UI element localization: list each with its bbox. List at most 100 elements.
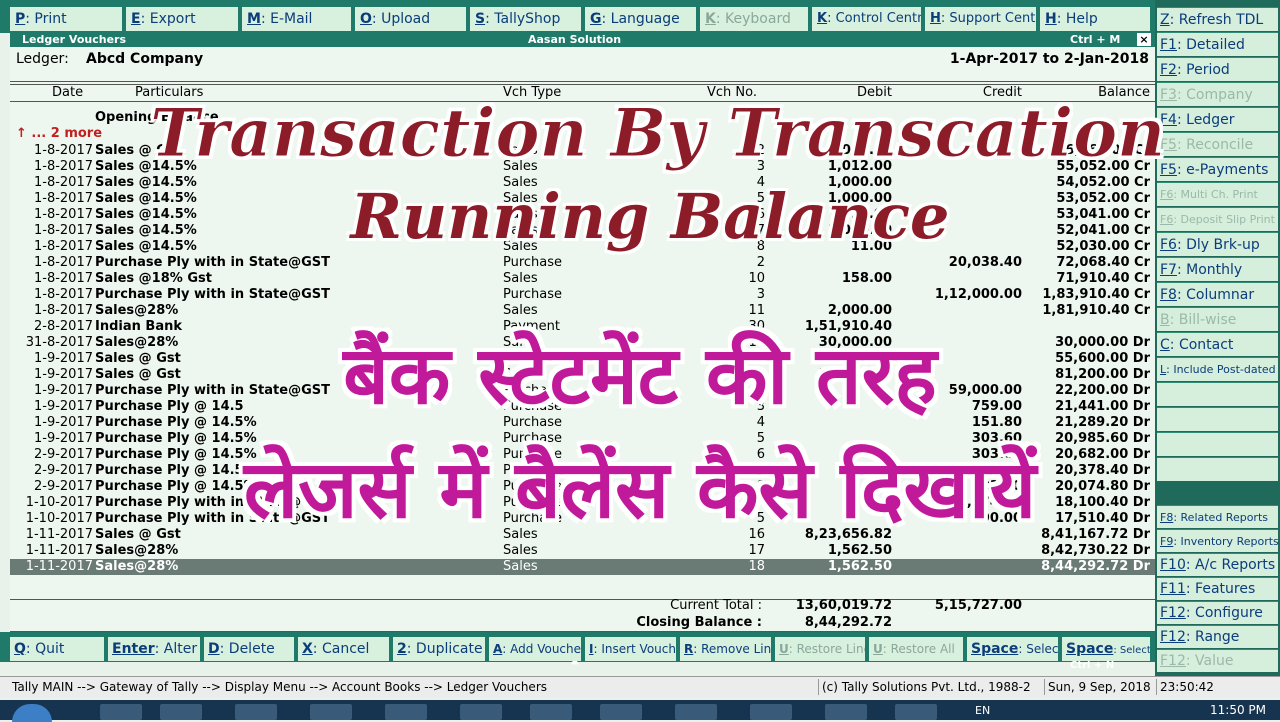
side-button-relatedreports[interactable]: F8: Related Reports [1157,505,1278,528]
menu-label: : Print [25,11,67,27]
cell-date: 1-8-2017 [33,303,93,318]
voucher-row[interactable]: 1-8-2017 Purchase Ply with in State@GST Pu… [10,287,1155,303]
side-button-label: : Range [1185,629,1240,645]
action-restoreall-button[interactable]: U: Restore All [869,637,963,661]
menu-item-language[interactable]: G: Language [585,7,696,31]
side-button-period[interactable]: F2: Period [1157,57,1278,81]
side-button-value[interactable]: F12: Value [1157,649,1278,672]
taskbar-clock[interactable]: 11:50 PM [1210,703,1266,717]
company-name: Aasan Solution [528,33,622,46]
side-button-billwise[interactable]: B: Bill-wise [1157,307,1278,331]
side-button-range[interactable]: F12: Range [1157,625,1278,648]
action-cancel-button[interactable]: X: Cancel [298,637,389,661]
shortcut-key: F1 [1160,37,1177,53]
cell-balance: 55,600.00 Dr [1055,351,1150,366]
action-label: : Delete [219,641,275,657]
action-restoreline-button[interactable]: U: Restore Line [775,637,865,661]
menu-item-supportcentre[interactable]: H: Support Centre [925,7,1036,31]
shortcut-key: E [131,11,141,27]
cell-debit: 2,000.00 [827,303,892,318]
side-button-empty [1157,407,1278,431]
shortcut-key: F6 [1160,188,1174,201]
action-alter-button[interactable]: Enter: Alter [108,637,200,661]
side-button-ledger[interactable]: F4: Ledger [1157,107,1278,131]
menu-item-upload[interactable]: O: Upload [355,7,466,31]
action-label: : Restore All [882,642,955,656]
cell-balance: 8,44,292.72 Dr [1041,559,1150,574]
bottom-menu-bar: ▲ Ctrl + N Q: QuitEnter: AlterD: DeleteX… [0,632,1155,671]
cell-balance: 52,030.00 Cr [1056,239,1150,254]
side-button-company[interactable]: F3: Company [1157,82,1278,106]
side-button-features[interactable]: F11: Features [1157,577,1278,600]
report-title: Ledger Vouchers [22,33,127,46]
report-period: 1-Apr-2017 to 2-Jan-2018 [949,51,1149,67]
menu-item-print[interactable]: P: Print [10,7,122,31]
action-addvoucher-button[interactable]: A: Add Voucher [489,637,581,661]
cell-date: 1-8-2017 [33,287,93,302]
voucher-row[interactable]: 1-8-2017 Sales @18% Gst Sales 10 158.00 71,91… [10,271,1155,287]
chrome-icon[interactable] [460,704,502,720]
action-removeline-button[interactable]: R: Remove Line [680,637,771,661]
app-icon[interactable] [895,704,937,720]
shortcut-key: S [475,11,486,27]
menu-item-tallyshop[interactable]: S: TallyShop [470,7,581,31]
action-quit-button[interactable]: Q: Quit [10,637,104,661]
voucher-row[interactable]: 1-11-2017 Sales@28% Sales 18 1,562.50 8,44,29… [10,559,1155,575]
voucher-row[interactable]: 1-8-2017 Purchase Ply with in State@GST Pu… [10,255,1155,271]
media-icon[interactable] [235,704,277,720]
side-button-configure[interactable]: F12: Configure [1157,601,1278,624]
side-button-acreports[interactable]: F10: A/c Reports [1157,553,1278,576]
side-button-contact[interactable]: C: Contact [1157,332,1278,356]
ie-icon[interactable] [100,704,142,720]
side-button-epayments[interactable]: F5: e-Payments [1157,157,1278,181]
side-button-detailed[interactable]: F1: Detailed [1157,32,1278,56]
menu-item-controlcentre[interactable]: K: Control Centre [812,7,921,31]
cell-date: 2-9-2017 [33,479,93,494]
cell-date: 1-9-2017 [33,383,93,398]
app-icon[interactable] [750,704,792,720]
close-icon[interactable]: × [1137,33,1151,46]
voucher-row[interactable]: 1-11-2017 Sales@28% Sales 17 1,562.50 8,42,73… [10,543,1155,559]
menu-item-keyboard[interactable]: K: Keyboard [700,7,808,31]
side-button-inventoryreports[interactable]: F9: Inventory Reports [1157,529,1278,552]
side-button-columnar[interactable]: F8: Columnar [1157,282,1278,306]
menu-item-help[interactable]: H: Help [1040,7,1150,31]
app-icon[interactable] [530,704,572,720]
cell-balance: 1,81,910.40 Cr [1042,303,1150,318]
side-button-depositslipprint[interactable]: F6: Deposit Slip Print [1157,207,1278,231]
menu-label: : Support Centre [940,11,1036,26]
action-selectall-button[interactable]: Space: Select All [1062,637,1150,661]
shortcut-key: U [779,642,789,656]
menu-item-export[interactable]: E: Export [126,7,238,31]
more-rows-indicator[interactable]: ↑ ... 2 more [16,126,102,141]
side-button-monthly[interactable]: F7: Monthly [1157,257,1278,281]
start-button[interactable] [12,704,52,722]
side-button-reconcile[interactable]: F5: Reconcile [1157,132,1278,156]
menu-label: : TallyShop [485,11,561,27]
excel-icon[interactable] [385,704,427,720]
language-indicator[interactable]: EN [975,704,990,717]
action-select-button[interactable]: Space: Select [967,637,1058,661]
side-button-dlybrkup[interactable]: F6: Dly Brk-up [1157,232,1278,256]
cell-vch-type: Sales [503,303,538,318]
voucher-row[interactable]: 1-8-2017 Sales@28% Sales 11 2,000.00 1,81,910… [10,303,1155,319]
cell-balance: 21,441.00 Dr [1055,399,1150,414]
cell-date: 1-9-2017 [33,399,93,414]
tally-icon[interactable] [675,704,717,720]
side-button-refreshtdl[interactable]: Z: Refresh TDL [1157,7,1278,31]
shortcut-key: X [302,641,313,657]
cell-debit: 1,562.50 [827,543,892,558]
cell-debit: 1,562.50 [827,559,892,574]
firefox-icon[interactable] [310,704,352,720]
action-insertvoucher-button[interactable]: I: Insert Voucher [585,637,676,661]
navigation-path: Tally MAIN --> Gateway of Tally --> Disp… [12,680,548,694]
action-duplicate-button[interactable]: 2: Duplicate [393,637,485,661]
side-button-includepostdated[interactable]: L: Include Post-dated [1157,357,1278,381]
folder-icon[interactable] [160,704,202,720]
divider [10,81,1155,82]
menu-item-email[interactable]: M: E-Mail [242,7,351,31]
side-button-multichprint[interactable]: F6: Multi Ch. Print [1157,182,1278,206]
action-delete-button[interactable]: D: Delete [204,637,294,661]
pdf-icon[interactable] [600,704,642,720]
photoshop-icon[interactable] [825,704,867,720]
